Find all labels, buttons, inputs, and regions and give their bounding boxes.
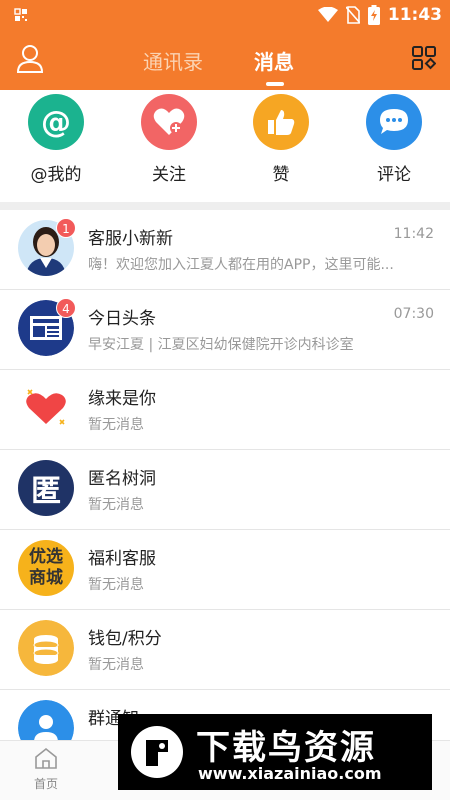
message-row-anonymous[interactable]: 匿 匿名树洞 暂无消息 xyxy=(0,450,450,530)
anonymous-avatar-text: 匿 xyxy=(31,474,61,509)
message-preview: 暂无消息 xyxy=(88,577,144,593)
heart-icon xyxy=(18,380,74,436)
message-preview: 暂无消息 xyxy=(88,657,144,673)
battery-charging-icon xyxy=(367,5,380,25)
notification-app-icon xyxy=(14,8,27,21)
message-name: 匿名树洞 xyxy=(88,469,156,489)
status-bar: 11:43 xyxy=(0,0,450,30)
scan-grid-icon[interactable] xyxy=(412,46,436,70)
status-time: 11:43 xyxy=(387,5,442,25)
quick-follow-label: 关注 xyxy=(152,165,186,185)
message-name: 今日头条 xyxy=(88,309,156,329)
no-sim-icon xyxy=(345,6,360,24)
message-preview: 早安江夏 | 江夏区妇幼保健院开诊内科诊室 xyxy=(88,337,354,353)
watermark-url: www.xiazainiao.com xyxy=(198,764,382,783)
coins-icon xyxy=(18,620,74,676)
nav-home[interactable]: 首页 xyxy=(28,747,64,792)
quick-like[interactable]: 赞 xyxy=(236,94,326,185)
home-icon xyxy=(35,747,57,769)
section-divider xyxy=(0,202,450,210)
message-row-wallet[interactable]: 钱包/积分 暂无消息 xyxy=(0,610,450,690)
wifi-icon xyxy=(317,7,338,22)
tab-contacts[interactable]: 通讯录 xyxy=(143,46,203,75)
message-row-dating[interactable]: 缘来是你 暂无消息 xyxy=(0,370,450,450)
bird-logo-icon xyxy=(131,726,183,778)
anonymous-icon: 匿 xyxy=(18,460,74,516)
shop-avatar-text: 优选商城 xyxy=(29,547,63,588)
message-preview: 暂无消息 xyxy=(88,497,144,513)
shop-icon: 优选商城 xyxy=(18,540,74,596)
watermark-title: 下载鸟资源 xyxy=(196,728,376,768)
at-icon: @ xyxy=(28,94,84,150)
comment-icon xyxy=(366,94,422,150)
nav-home-label: 首页 xyxy=(33,777,58,791)
message-time: 11:42 xyxy=(393,226,434,242)
thumbs-up-icon xyxy=(253,94,309,150)
message-row-service[interactable]: 1 客服小新新 嗨！欢迎您加入江夏人都在用的APP，这里可能... 11:42 xyxy=(0,210,450,290)
quick-at-me-label: @我的 xyxy=(30,165,82,185)
unread-badge: 4 xyxy=(56,298,76,318)
tab-messages[interactable]: 消息 xyxy=(254,46,294,75)
quick-like-label: 赞 xyxy=(272,165,290,185)
message-preview: 暂无消息 xyxy=(88,417,144,433)
user-icon[interactable] xyxy=(16,44,44,74)
quick-comment-label: 评论 xyxy=(377,165,411,185)
message-name: 钱包/积分 xyxy=(88,629,162,649)
message-list: 1 客服小新新 嗨！欢迎您加入江夏人都在用的APP，这里可能... 11:42 … xyxy=(0,210,450,770)
message-name: 福利客服 xyxy=(88,549,156,569)
quick-at-me[interactable]: @ @我的 xyxy=(11,94,101,185)
quick-comment[interactable]: 评论 xyxy=(349,94,439,185)
heart-plus-icon xyxy=(141,94,197,150)
message-preview: 嗨！欢迎您加入江夏人都在用的APP，这里可能... xyxy=(88,257,394,273)
message-name: 缘来是你 xyxy=(88,389,156,409)
tab-indicator xyxy=(266,82,284,86)
message-time: 07:30 xyxy=(393,306,434,322)
quick-actions: @ @我的 关注 赞 评论 xyxy=(0,90,450,202)
message-row-headlines[interactable]: 4 今日头条 早安江夏 | 江夏区妇幼保健院开诊内科诊室 07:30 xyxy=(0,290,450,370)
message-name: 客服小新新 xyxy=(88,229,173,249)
quick-follow[interactable]: 关注 xyxy=(124,94,214,185)
header: 通讯录 消息 xyxy=(0,30,450,90)
unread-badge: 1 xyxy=(56,218,76,238)
watermark-banner: 下载鸟资源 www.xiazainiao.com xyxy=(118,714,432,790)
message-row-welfare[interactable]: 优选商城 福利客服 暂无消息 xyxy=(0,530,450,610)
